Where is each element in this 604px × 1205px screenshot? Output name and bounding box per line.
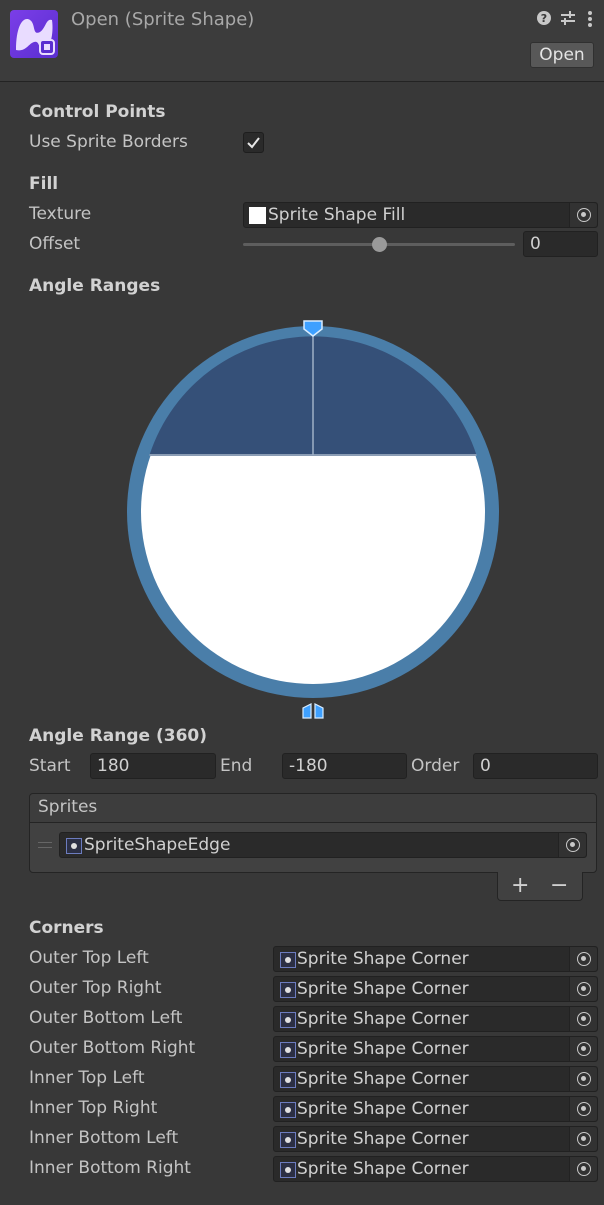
sprite-icon [280, 1042, 296, 1058]
texture-value: Sprite Shape Fill [268, 205, 406, 225]
angle-ranges-heading: Angle Ranges [29, 276, 161, 296]
sprite-picker-button[interactable] [558, 833, 586, 857]
checkmark-icon [247, 137, 260, 149]
inspector-title: Open (Sprite Shape) [71, 9, 255, 30]
corner-field[interactable]: Sprite Shape Corner [273, 1036, 598, 1062]
corner-field[interactable]: Sprite Shape Corner [273, 1156, 598, 1182]
corner-value: Sprite Shape Corner [297, 1039, 469, 1059]
corner-value: Sprite Shape Corner [297, 1159, 469, 1179]
inspector-header: Open (Sprite Shape) ? Open [0, 0, 604, 82]
corner-value: Sprite Shape Corner [297, 979, 469, 999]
sprite-shape-asset-icon [10, 10, 58, 58]
corner-label: Outer Top Left [29, 948, 149, 968]
object-picker-icon [577, 1072, 591, 1086]
object-picker-icon [577, 1162, 591, 1176]
sprite-item-field[interactable]: SpriteShapeEdge [59, 832, 587, 858]
sprites-header-label: Sprites [38, 797, 98, 817]
corner-label: Outer Top Right [29, 978, 162, 998]
corner-value: Sprite Shape Corner [297, 1069, 469, 1089]
corner-label: Inner Top Right [29, 1098, 158, 1118]
texture-preview-icon [249, 207, 266, 224]
sprites-list-header: Sprites [30, 794, 596, 823]
corner-field[interactable]: Sprite Shape Corner [273, 1066, 598, 1092]
object-picker-icon [577, 1102, 591, 1116]
corner-label: Outer Bottom Right [29, 1038, 196, 1058]
texture-picker-button[interactable] [569, 203, 597, 227]
corner-picker-button[interactable] [569, 1037, 597, 1061]
sprite-icon [66, 838, 82, 854]
offset-label: Offset [29, 234, 81, 254]
corner-picker-button[interactable] [569, 1097, 597, 1121]
corner-picker-button[interactable] [569, 977, 597, 1001]
corner-value: Sprite Shape Corner [297, 1099, 469, 1119]
corner-field[interactable]: Sprite Shape Corner [273, 1126, 598, 1152]
angle-range-heading: Angle Range (360) [29, 726, 208, 746]
corner-picker-button[interactable] [569, 947, 597, 971]
corner-field[interactable]: Sprite Shape Corner [273, 1096, 598, 1122]
control-points-heading: Control Points [29, 102, 166, 122]
sprite-icon [280, 1132, 296, 1148]
remove-sprite-button[interactable]: − [550, 873, 568, 898]
order-input[interactable]: 0 [473, 753, 598, 779]
corner-label: Inner Bottom Left [29, 1128, 179, 1148]
sprite-icon [280, 1072, 296, 1088]
sprite-icon [280, 952, 296, 968]
corner-field[interactable]: Sprite Shape Corner [273, 946, 598, 972]
corner-field[interactable]: Sprite Shape Corner [273, 1006, 598, 1032]
more-icon[interactable] [584, 10, 596, 30]
corner-label: Outer Bottom Left [29, 1008, 183, 1028]
drag-handle-icon[interactable] [38, 842, 52, 848]
range-end-handle[interactable] [302, 703, 324, 719]
sprite-icon [280, 1162, 296, 1178]
corner-picker-button[interactable] [569, 1067, 597, 1091]
start-label: Start [29, 756, 71, 776]
corner-label: Inner Bottom Right [29, 1158, 191, 1178]
order-label: Order [411, 756, 460, 776]
fill-heading: Fill [29, 174, 59, 194]
angle-range-editor[interactable] [120, 315, 506, 725]
corner-picker-button[interactable] [569, 1007, 597, 1031]
corner-field[interactable]: Sprite Shape Corner [273, 976, 598, 1002]
add-sprite-button[interactable]: + [511, 873, 529, 898]
texture-field[interactable]: Sprite Shape Fill [243, 202, 598, 228]
object-picker-icon [577, 1012, 591, 1026]
object-picker-icon [577, 1132, 591, 1146]
sprite-item-value: SpriteShapeEdge [84, 835, 231, 855]
svg-text:?: ? [541, 12, 547, 25]
end-label: End [220, 756, 253, 776]
offset-input[interactable]: 0 [523, 231, 598, 257]
sprite-icon [280, 982, 296, 998]
preset-icon[interactable] [559, 10, 577, 30]
object-picker-icon [577, 982, 591, 996]
corner-picker-button[interactable] [569, 1127, 597, 1151]
corner-value: Sprite Shape Corner [297, 1009, 469, 1029]
corner-label: Inner Top Left [29, 1068, 145, 1088]
offset-slider-handle[interactable] [372, 237, 387, 252]
corner-value: Sprite Shape Corner [297, 949, 469, 969]
use-sprite-borders-checkbox[interactable] [243, 132, 264, 153]
object-picker-icon [577, 1042, 591, 1056]
sprites-list-footer: + − [497, 872, 583, 901]
object-picker-icon [577, 208, 591, 222]
start-input[interactable]: 180 [90, 753, 216, 779]
end-input[interactable]: -180 [282, 753, 407, 779]
sprite-icon [280, 1012, 296, 1028]
use-sprite-borders-label: Use Sprite Borders [29, 132, 188, 152]
corner-picker-button[interactable] [569, 1157, 597, 1181]
texture-label: Texture [29, 204, 92, 224]
object-picker-icon [566, 838, 580, 852]
corner-value: Sprite Shape Corner [297, 1129, 469, 1149]
help-icon[interactable]: ? [535, 10, 553, 30]
corners-heading: Corners [29, 918, 104, 938]
object-picker-icon [577, 952, 591, 966]
sprite-icon [280, 1102, 296, 1118]
open-button[interactable]: Open [530, 42, 594, 68]
